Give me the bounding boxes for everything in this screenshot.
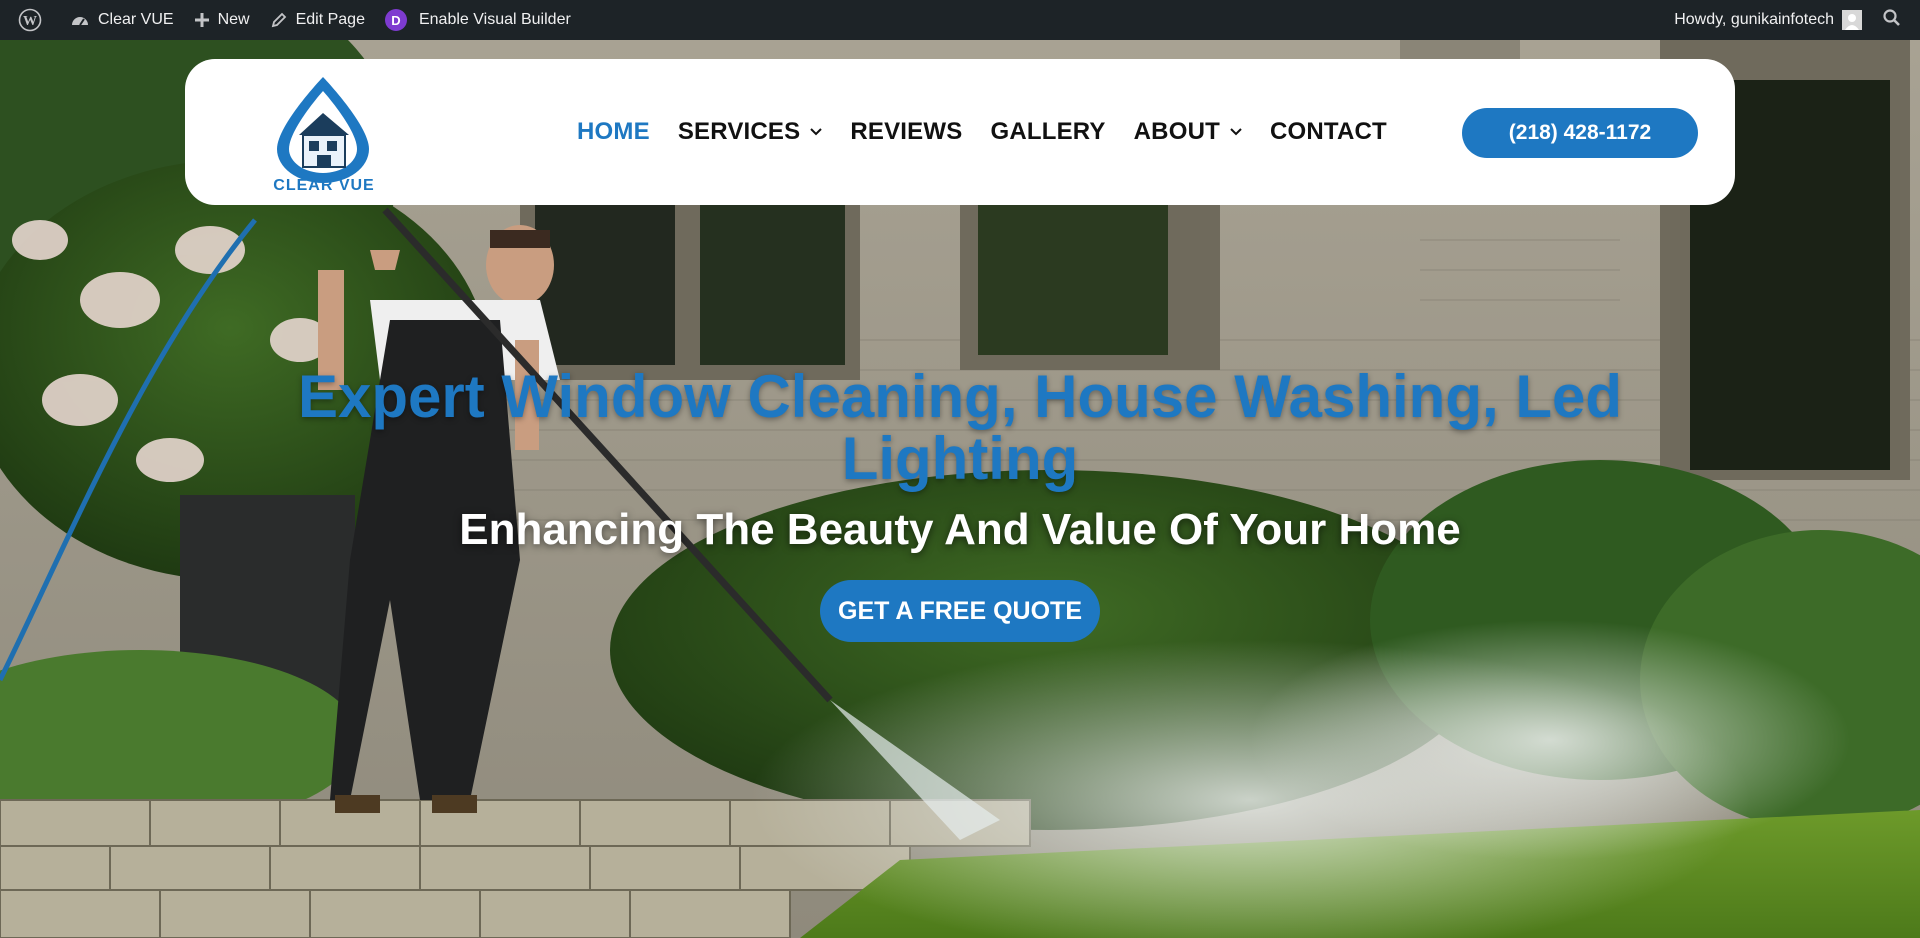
- chevron-down-icon: [1230, 128, 1242, 136]
- nav-contact-label: CONTACT: [1269, 118, 1387, 145]
- new-content-link[interactable]: New: [184, 0, 260, 40]
- nav-services[interactable]: SERVICES: [678, 118, 823, 146]
- hero-subtitle: Enhancing The Beauty And Value Of Your H…: [459, 505, 1461, 554]
- search-icon: [1882, 8, 1902, 33]
- new-label: New: [217, 11, 250, 28]
- pencil-icon: [270, 11, 288, 29]
- site-name-label: Clear VUE: [98, 11, 174, 28]
- nav-reviews[interactable]: REVIEWS: [850, 118, 962, 146]
- nav-gallery[interactable]: GALLERY: [990, 118, 1105, 146]
- visual-builder-label: Enable Visual Builder: [418, 11, 571, 28]
- phone-button[interactable]: (218) 428-1172: [1462, 108, 1698, 158]
- get-free-quote-button[interactable]: GET A FREE QUOTE: [820, 580, 1100, 642]
- plus-icon: [194, 12, 210, 28]
- nav-about[interactable]: ABOUT: [1134, 118, 1242, 146]
- avatar-icon: [1842, 10, 1862, 30]
- main-nav: HOME SERVICES REVIEWS GALLERY ABOUT CONT…: [577, 59, 1415, 205]
- wordpress-icon: W: [18, 8, 42, 32]
- edit-page-link[interactable]: Edit Page: [260, 0, 375, 40]
- chevron-down-icon: [810, 128, 823, 136]
- svg-text:W: W: [23, 14, 37, 29]
- nav-contact[interactable]: CONTACT: [1270, 118, 1387, 146]
- edit-page-label: Edit Page: [295, 11, 365, 28]
- nav-about-label: ABOUT: [1133, 118, 1220, 145]
- my-account-link[interactable]: Howdy, gunikainfotech: [1664, 0, 1872, 40]
- wordpress-menu[interactable]: W: [8, 0, 60, 40]
- visual-builder-link[interactable]: D Enable Visual Builder: [375, 0, 581, 40]
- wp-admin-bar: W Clear VUE New Edit Page D Enable Visua…: [0, 0, 1920, 40]
- divi-icon: D: [384, 9, 407, 31]
- site-name-link[interactable]: Clear VUE: [60, 0, 184, 40]
- site-header: CLEAR VUE HOME SERVICES REVIEWS GALLERY …: [185, 59, 1735, 205]
- hero-title: Expert Window Cleaning, House Washing, L…: [298, 363, 1622, 492]
- nav-reviews-label: REVIEWS: [850, 118, 963, 145]
- search-button[interactable]: [1872, 0, 1912, 40]
- nav-home-label: HOME: [577, 118, 650, 145]
- nav-home[interactable]: HOME: [577, 118, 650, 146]
- nav-gallery-label: GALLERY: [990, 118, 1106, 145]
- dashboard-icon: [70, 11, 90, 29]
- logo-text: CLEAR VUE: [273, 177, 375, 194]
- droplet-house-icon: [277, 77, 369, 183]
- greeting-label: Howdy, gunikainfotech: [1674, 11, 1834, 28]
- nav-services-label: SERVICES: [677, 118, 801, 145]
